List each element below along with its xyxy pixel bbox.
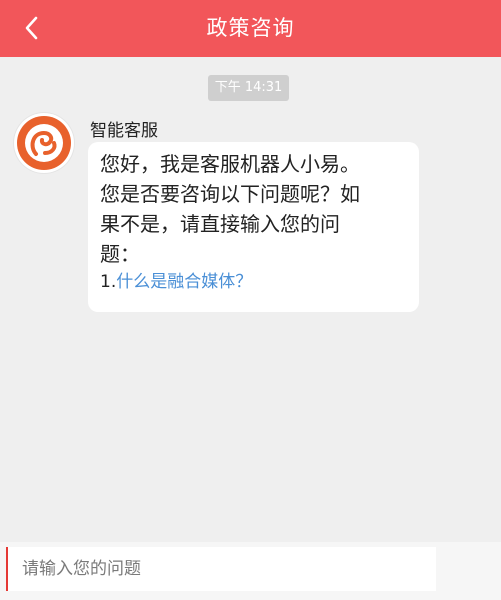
composer-bar (0, 542, 501, 600)
message-line: 果不是，请直接输入您的问 (100, 212, 340, 236)
message-timestamp: 下午 14:31 (208, 75, 289, 101)
faq-item: 1.什么是融合媒体？ (100, 267, 407, 297)
faq-question-link[interactable]: 什么是融合媒体？ (116, 272, 252, 292)
message-bubble: 您好，我是客服机器人小易。 您是否要咨询以下问题呢？如 果不是，请直接输入您的问… (88, 142, 419, 312)
message-line: 您是否要咨询以下问题呢？如 (100, 182, 360, 206)
question-input[interactable] (6, 547, 436, 591)
top-nav-bar: 政策咨询 (0, 0, 501, 57)
message-line: 题： (100, 242, 140, 266)
service-logo-icon (17, 116, 71, 170)
bot-avatar (14, 113, 74, 173)
message-line: 您好，我是客服机器人小易。 (100, 152, 360, 176)
page-title: 政策咨询 (206, 16, 295, 40)
sender-name: 智能客服 (90, 121, 158, 141)
faq-index: 1. (100, 272, 117, 292)
